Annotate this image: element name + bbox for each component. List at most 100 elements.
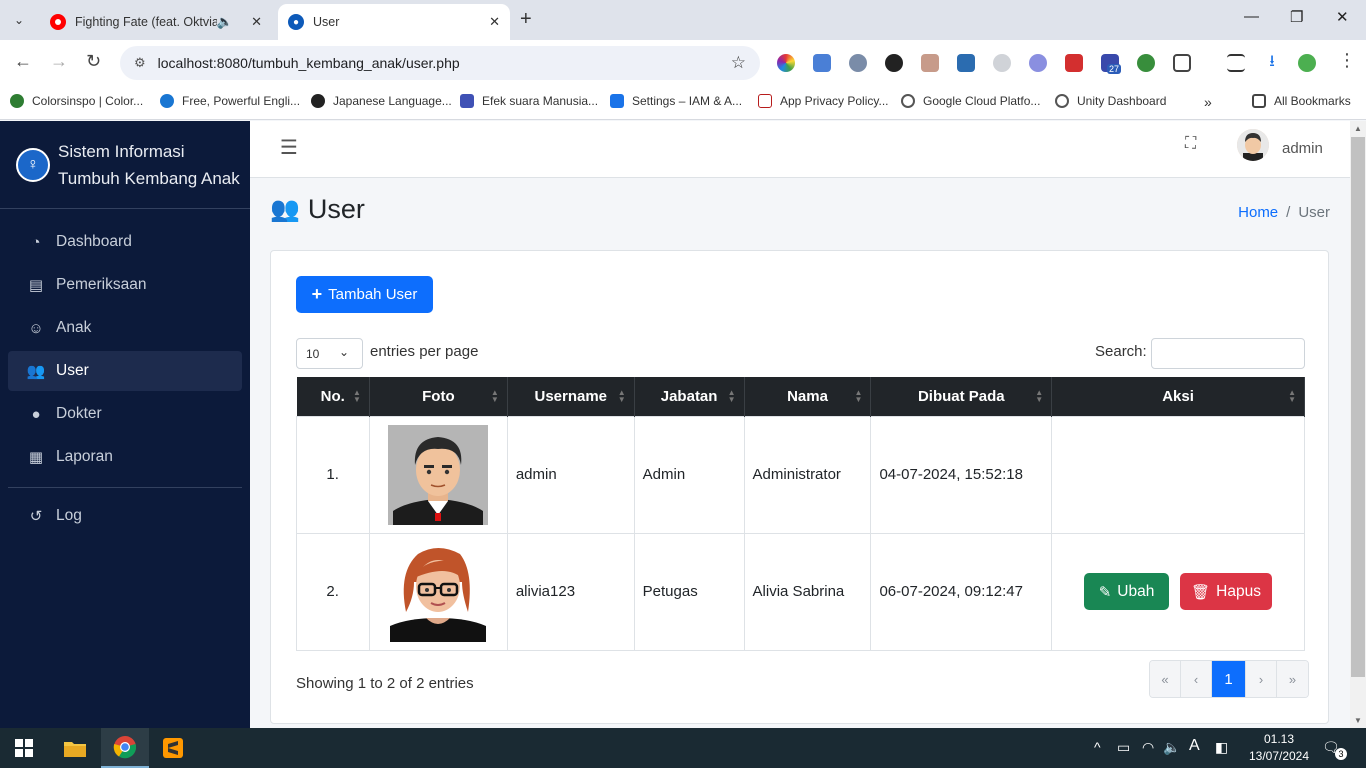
column-label: Nama: [787, 387, 828, 405]
fullscreen-icon[interactable]: ⛶: [1185, 135, 1196, 153]
page-last-button[interactable]: »: [1277, 661, 1308, 697]
add-user-button[interactable]: + Tambah User: [296, 276, 433, 313]
column-header-aksi[interactable]: Aksi ▲ ▼: [1051, 377, 1305, 416]
volume-icon[interactable]: 🔈: [1163, 739, 1180, 756]
bookmark-item[interactable]: Unity Dashboard: [1055, 94, 1166, 108]
column-header-dibuat-pada[interactable]: Dibuat Pada ▲ ▼: [870, 377, 1053, 416]
delete-button[interactable]: 🗑 Hapus: [1180, 573, 1273, 610]
brand[interactable]: ♀ Sistem Informasi Tumbuh Kembang Anak: [0, 121, 250, 209]
breadcrumb-home-link[interactable]: Home: [1238, 204, 1278, 221]
battery-icon[interactable]: ▭: [1117, 739, 1130, 756]
sidebar-item-anak[interactable]: ☺ Anak: [8, 308, 242, 348]
tab-search-dropdown[interactable]: ⌄: [6, 8, 32, 32]
bookmark-item[interactable]: Free, Powerful Engli...: [160, 94, 300, 108]
all-bookmarks-button[interactable]: All Bookmarks: [1252, 94, 1351, 108]
hamburger-menu-icon[interactable]: ☰: [280, 135, 298, 160]
bookmark-item[interactable]: Settings – IAM & A...: [610, 94, 742, 108]
sidebar-item-dokter[interactable]: ● Dokter: [8, 394, 242, 434]
tab-fighting-fate[interactable]: Fighting Fate (feat. Oktvia) 🔈 ✕: [40, 4, 272, 40]
column-header-foto[interactable]: Foto ▲ ▼: [369, 377, 508, 416]
user-photo-female: [388, 541, 489, 642]
show-hidden-icons-icon[interactable]: ^: [1094, 739, 1101, 755]
scrollbar-thumb[interactable]: [1351, 137, 1365, 677]
color-picker-extension-icon[interactable]: [777, 54, 795, 72]
chatgpt-extension-icon[interactable]: [885, 54, 903, 72]
bookmark-item[interactable]: App Privacy Policy...: [758, 94, 888, 108]
download-icon[interactable]: ⭳: [1263, 54, 1281, 72]
site-info-icon[interactable]: ⚙: [134, 55, 146, 71]
wifi-icon[interactable]: ◠: [1142, 739, 1154, 756]
page-1-button[interactable]: 1: [1212, 661, 1246, 697]
screenshot-extension-icon[interactable]: [957, 54, 975, 72]
minimize-button[interactable]: —: [1244, 8, 1259, 25]
close-icon[interactable]: ✕: [489, 14, 500, 30]
bookmark-favicon-icon: [460, 94, 474, 108]
column-header-nama[interactable]: Nama ▲ ▼: [744, 377, 872, 416]
bookmark-label: All Bookmarks: [1274, 94, 1351, 108]
settings-extension-icon[interactable]: [1029, 54, 1047, 72]
avatar[interactable]: [1237, 129, 1269, 161]
browser-menu-icon[interactable]: ⋮: [1338, 50, 1356, 71]
reload-button[interactable]: ↻: [86, 51, 101, 72]
new-tab-button[interactable]: +: [520, 8, 532, 31]
bookmark-item[interactable]: Google Cloud Platfo...: [901, 94, 1040, 108]
media-control-icon[interactable]: [1227, 54, 1245, 72]
restore-button[interactable]: ❐: [1290, 8, 1303, 26]
extension-icon[interactable]: [849, 54, 867, 72]
entries-per-page-select[interactable]: 10 ⌄: [296, 338, 363, 369]
tab-title: Fighting Fate (feat. Oktvia): [75, 15, 217, 29]
page-prev-button[interactable]: ‹: [1181, 661, 1212, 697]
mega-extension-icon[interactable]: [1065, 54, 1083, 72]
bookmark-item[interactable]: Colorsinspo | Color...: [10, 94, 143, 108]
edit-icon: ✎: [1098, 583, 1112, 601]
column-header-username[interactable]: Username ▲ ▼: [507, 377, 635, 416]
close-window-button[interactable]: ✕: [1336, 8, 1349, 26]
bookmark-favicon-icon: [1055, 94, 1069, 108]
sublime-text-button[interactable]: [149, 728, 197, 768]
page-next-button[interactable]: ›: [1246, 661, 1277, 697]
bookmark-item[interactable]: Efek suara Manusia...: [460, 94, 598, 108]
topbar-username[interactable]: admin: [1282, 140, 1323, 157]
translate-extension-icon[interactable]: [813, 54, 831, 72]
sidebar-item-dashboard[interactable]: ◔ Dashboard: [8, 222, 242, 262]
edit-button[interactable]: ✎ Ubah: [1084, 573, 1170, 610]
column-header-no[interactable]: No. ▲ ▼: [296, 377, 370, 416]
cell-foto: [368, 415, 508, 534]
bookmark-favicon-icon: [758, 94, 772, 108]
entries-per-page-value: 10: [306, 346, 320, 361]
input-language-icon[interactable]: A: [1189, 737, 1200, 755]
file-explorer-button[interactable]: [51, 728, 99, 768]
sidebar-item-log[interactable]: ↺ Log: [8, 496, 242, 536]
sidebar-item-laporan[interactable]: ▦ Laporan: [8, 437, 242, 477]
globe-extension-icon[interactable]: [1137, 54, 1155, 72]
sidebar-item-pemeriksaan[interactable]: ▤ Pemeriksaan: [8, 265, 242, 305]
column-header-jabatan[interactable]: Jabatan ▲ ▼: [634, 377, 745, 416]
brand-line1: Sistem Informasi: [58, 141, 185, 161]
sidebar-divider: [8, 487, 242, 488]
image-extension-icon[interactable]: [921, 54, 939, 72]
bookmarks-overflow-icon[interactable]: »: [1204, 94, 1212, 110]
speaker-icon[interactable]: 🔈: [217, 14, 233, 30]
brand-text: Sistem Informasi Tumbuh Kembang Anak: [58, 138, 240, 192]
search-input[interactable]: [1151, 338, 1305, 369]
page-scrollbar[interactable]: ▲ ▼: [1350, 121, 1366, 728]
back-button[interactable]: ←: [14, 51, 32, 72]
compass-extension-icon[interactable]: [993, 54, 1011, 72]
start-button[interactable]: [0, 728, 48, 768]
page-first-button[interactable]: «: [1150, 661, 1181, 697]
scroll-up-arrow-icon[interactable]: ▲: [1354, 124, 1362, 133]
close-icon[interactable]: ✕: [251, 14, 262, 30]
sidebar-item-user[interactable]: 👥 User: [8, 351, 242, 391]
ime-icon[interactable]: ◧: [1215, 739, 1228, 756]
tab-user[interactable]: ● User ✕: [278, 4, 510, 40]
puzzle-extensions-icon[interactable]: [1173, 54, 1191, 72]
bookmark-item[interactable]: Japanese Language...: [311, 94, 452, 108]
bookmark-star-icon[interactable]: ☆: [731, 53, 746, 73]
forward-button[interactable]: →: [50, 51, 68, 72]
taskbar-clock[interactable]: 01.13 13/07/2024: [1248, 731, 1310, 765]
profile-avatar-icon[interactable]: [1298, 54, 1316, 72]
scroll-down-arrow-icon[interactable]: ▼: [1354, 716, 1362, 725]
extension-badge: 27: [1107, 64, 1122, 74]
url-bar[interactable]: ⚙ localhost:8080/tumbuh_kembang_anak/use…: [120, 46, 760, 80]
chrome-taskbar-button[interactable]: [101, 728, 149, 768]
